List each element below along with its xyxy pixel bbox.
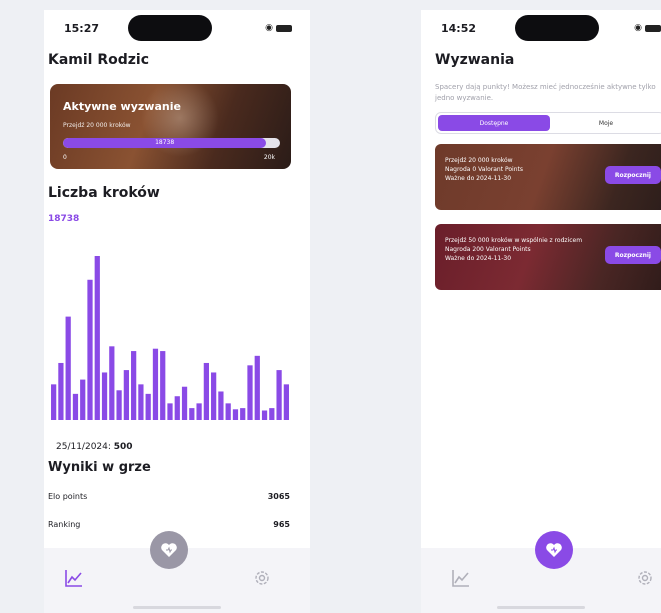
progress-min-label: 0 bbox=[63, 154, 67, 161]
chart-bar[interactable] bbox=[152, 348, 159, 420]
challenge-reward: Nagroda 200 Valorant Points bbox=[445, 246, 531, 253]
challenge-progress-bar: 18738 bbox=[63, 138, 280, 148]
heart-icon bbox=[546, 543, 562, 557]
chart-bar[interactable] bbox=[181, 386, 188, 420]
battery-icon bbox=[645, 24, 661, 32]
score-row-ranking: Ranking 965 bbox=[48, 520, 290, 529]
chart-bar[interactable] bbox=[225, 403, 231, 420]
chart-bar[interactable] bbox=[174, 396, 180, 420]
chart-bar[interactable] bbox=[203, 362, 209, 420]
active-challenge-title: Aktywne wyzwanie bbox=[63, 100, 181, 113]
home-indicator bbox=[497, 606, 585, 609]
active-challenge-description: Przejdź 20 000 kroków bbox=[63, 122, 131, 129]
scores-title: Wyniki w grze bbox=[48, 460, 151, 475]
challenge-card[interactable]: Przejdź 50 000 kroków w wspólnie z rodzi… bbox=[435, 224, 661, 290]
status-time: 15:27 bbox=[64, 22, 100, 35]
start-challenge-button[interactable]: Rozpocznij bbox=[604, 166, 661, 184]
chart-bar[interactable] bbox=[240, 408, 246, 420]
start-challenge-button[interactable]: Rozpocznij bbox=[604, 246, 661, 264]
chart-bar[interactable] bbox=[101, 372, 108, 420]
chart-bar[interactable] bbox=[51, 384, 57, 420]
challenges-screen: 14:52 ◉ Wyzwania Spacery dają punkty! Mo… bbox=[421, 10, 661, 613]
home-screen: 15:27 ◉ Kamil Rodzic Aktywne wyzwanie Pr… bbox=[44, 10, 310, 613]
chart-selected-caption: 25/11/2024: 500 bbox=[56, 442, 133, 452]
chart-bar[interactable] bbox=[87, 279, 93, 420]
tab-bar bbox=[421, 531, 661, 613]
chart-bar[interactable] bbox=[167, 403, 173, 420]
chart-bar[interactable] bbox=[131, 351, 137, 420]
score-value: 965 bbox=[273, 520, 290, 529]
chart-bar[interactable] bbox=[218, 391, 224, 420]
dynamic-island bbox=[515, 15, 599, 41]
status-time: 14:52 bbox=[441, 22, 477, 35]
challenge-progress-value: 18738 bbox=[155, 139, 175, 146]
chart-bar[interactable] bbox=[94, 256, 100, 420]
chart-bar[interactable] bbox=[138, 384, 144, 420]
steps-bar-chart[interactable] bbox=[50, 250, 290, 422]
challenge-valid-until: Ważne do 2024-11-30 bbox=[445, 175, 512, 182]
challenge-card[interactable]: Przejdź 20 000 kroków Nagroda 0 Valorant… bbox=[435, 144, 661, 210]
chart-selected-value: 500 bbox=[113, 442, 133, 452]
page-title: Wyzwania bbox=[435, 52, 515, 68]
chart-bar[interactable] bbox=[261, 410, 268, 420]
chart-bar[interactable] bbox=[247, 365, 253, 420]
heart-tab-button[interactable] bbox=[150, 531, 188, 569]
chart-bar[interactable] bbox=[109, 346, 115, 420]
steps-value: 18738 bbox=[48, 214, 80, 224]
chart-bar[interactable] bbox=[58, 362, 64, 420]
chart-icon[interactable] bbox=[451, 568, 471, 588]
home-indicator bbox=[133, 606, 221, 609]
steps-title: Liczba kroków bbox=[48, 185, 160, 201]
heart-tab-button[interactable] bbox=[535, 531, 573, 569]
chart-bar[interactable] bbox=[254, 355, 260, 420]
challenge-progress-fill: 18738 bbox=[63, 138, 267, 148]
progress-max-label: 20k bbox=[263, 154, 275, 161]
chart-bar[interactable] bbox=[276, 370, 282, 420]
gear-icon[interactable] bbox=[252, 568, 272, 588]
challenge-reward: Nagroda 0 Valorant Points bbox=[445, 166, 523, 173]
challenges-segmented-control: Dostępne Moje bbox=[435, 112, 661, 134]
status-bar: 15:27 ◉ bbox=[44, 10, 310, 48]
status-bar: 14:52 ◉ bbox=[421, 10, 661, 48]
wifi-icon: ◉ bbox=[265, 23, 273, 33]
chart-bar[interactable] bbox=[196, 403, 202, 420]
heart-icon bbox=[161, 543, 177, 557]
chart-bar[interactable] bbox=[72, 393, 79, 420]
status-icons: ◉ bbox=[634, 23, 661, 33]
wifi-icon: ◉ bbox=[634, 23, 642, 33]
chart-selected-date: 25/11/2024: bbox=[56, 442, 111, 452]
chart-bar[interactable] bbox=[123, 370, 129, 420]
chart-icon[interactable] bbox=[64, 568, 84, 588]
challenge-goal: Przejdź 50 000 kroków w wspólnie z rodzi… bbox=[445, 237, 583, 244]
chart-bar[interactable] bbox=[65, 316, 71, 420]
page-subtitle: Spacery dają punkty! Możesz mieć jednocz… bbox=[435, 83, 656, 102]
chart-bar[interactable] bbox=[145, 393, 151, 420]
tab-bar bbox=[44, 531, 310, 613]
score-label: Elo points bbox=[48, 492, 88, 501]
tab-mine[interactable]: Moje bbox=[550, 115, 661, 131]
challenge-valid-until: Ważne do 2024-11-30 bbox=[445, 255, 512, 262]
active-challenge-card[interactable]: Aktywne wyzwanie Przejdź 20 000 kroków 1… bbox=[50, 84, 291, 169]
tab-available[interactable]: Dostępne bbox=[438, 115, 550, 131]
chart-bar[interactable] bbox=[189, 408, 195, 420]
gear-icon[interactable] bbox=[635, 568, 655, 588]
chart-bar[interactable] bbox=[269, 408, 275, 420]
challenge-goal: Przejdź 20 000 kroków bbox=[445, 157, 513, 164]
battery-icon bbox=[276, 24, 292, 32]
score-value: 3065 bbox=[267, 492, 290, 501]
chart-bar[interactable] bbox=[160, 351, 166, 420]
chart-bar[interactable] bbox=[283, 384, 289, 420]
chart-bar[interactable] bbox=[211, 372, 217, 420]
chart-bar[interactable] bbox=[116, 390, 122, 420]
score-label: Ranking bbox=[48, 520, 81, 529]
dynamic-island bbox=[128, 15, 212, 41]
chart-bar[interactable] bbox=[80, 379, 86, 420]
status-icons: ◉ bbox=[265, 23, 292, 33]
user-name: Kamil Rodzic bbox=[48, 52, 150, 68]
score-row-elo: Elo points 3065 bbox=[48, 492, 290, 501]
chart-bar[interactable] bbox=[232, 409, 239, 420]
